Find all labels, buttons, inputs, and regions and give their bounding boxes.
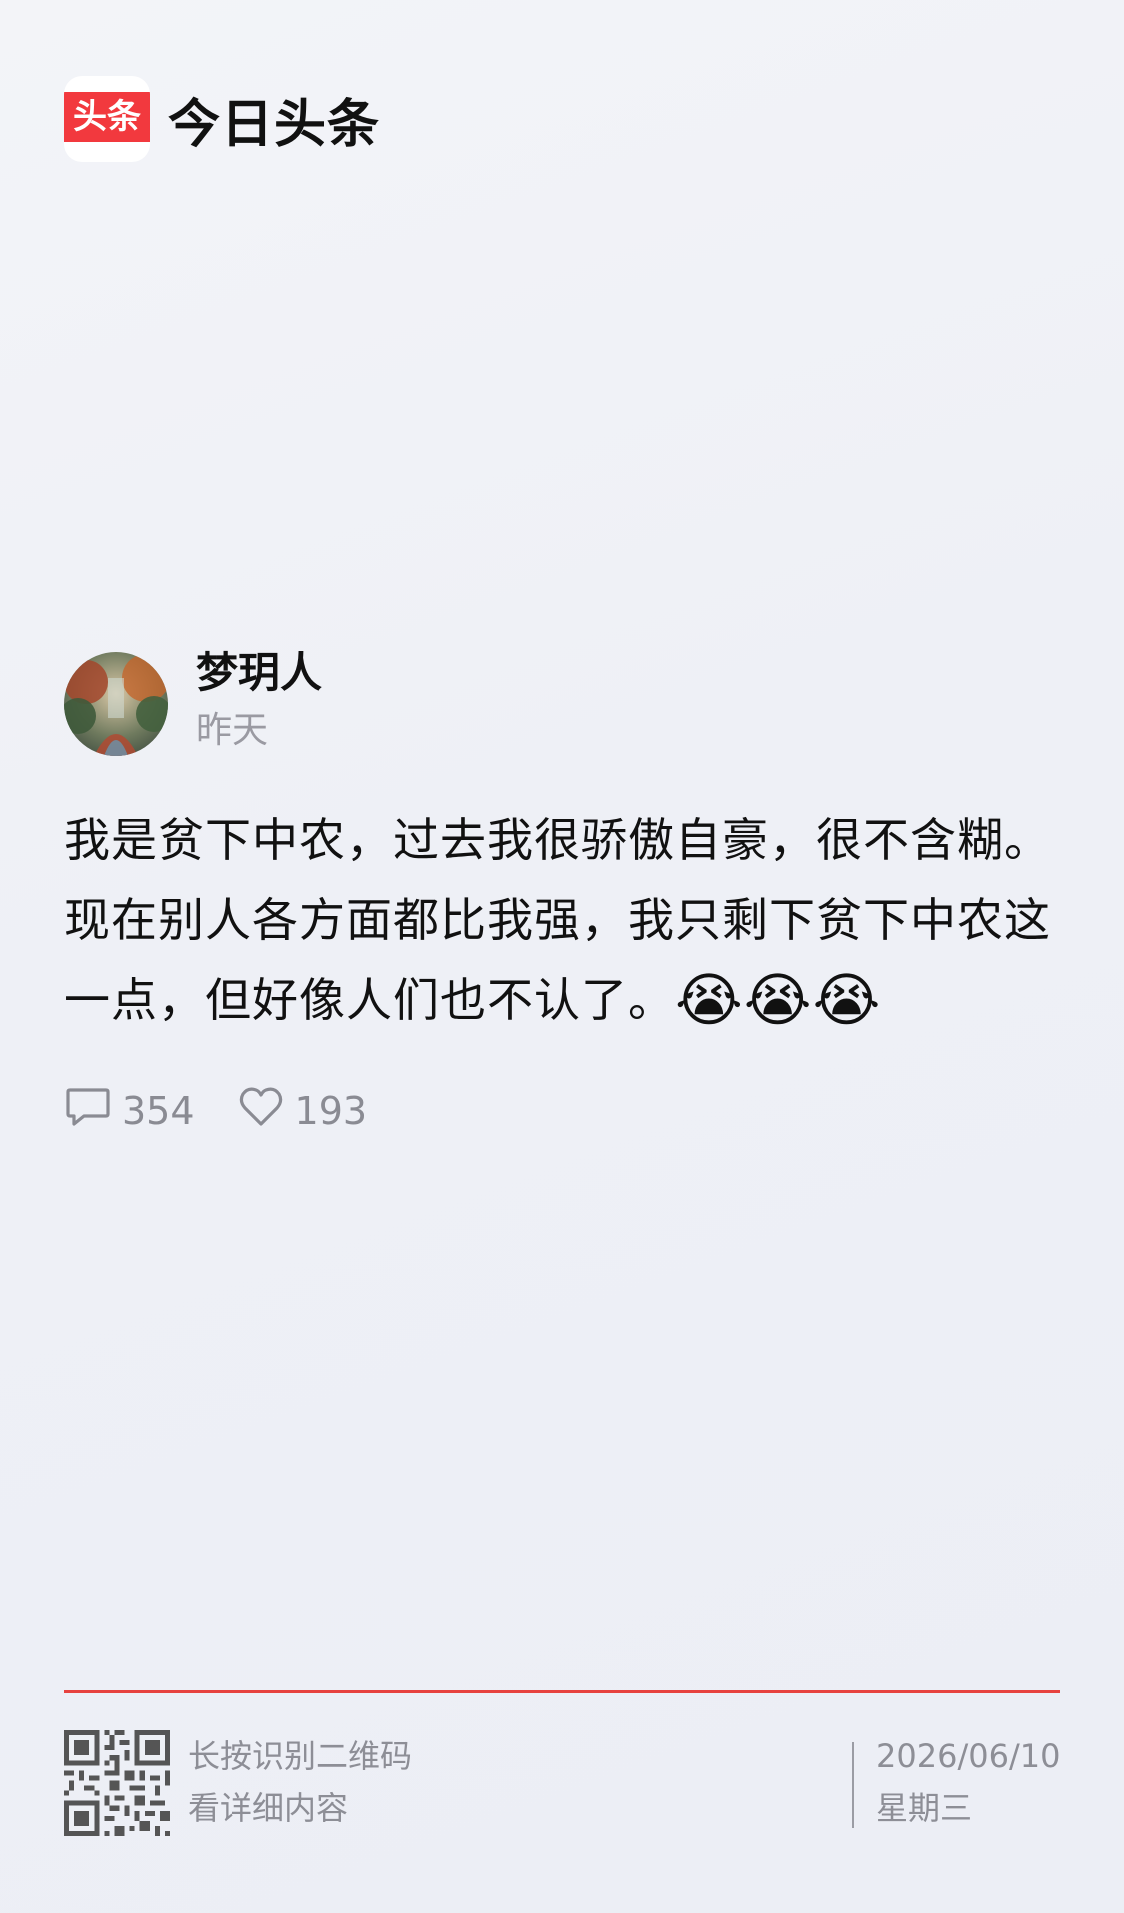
- qr-hint-line2: 看详细内容: [188, 1789, 349, 1827]
- qr-hint: 长按识别二维码 看详细内容: [188, 1730, 412, 1834]
- comment-button[interactable]: 354: [64, 1084, 195, 1137]
- author-meta: 梦玥人 昨天: [196, 646, 322, 756]
- crying-emoji: 😭: [675, 966, 744, 1034]
- post-card: 梦玥人 昨天 我是贫下中农，过去我很骄傲自豪，很不含糊。现在别人各方面都比我强，…: [64, 648, 1060, 1137]
- footer: 长按识别二维码 看详细内容 2026/06/10 星期三: [64, 1730, 1060, 1836]
- crying-emoji: 😭: [812, 966, 882, 1034]
- post-stats: 354 193: [64, 1084, 1060, 1137]
- weekday: 星期三: [876, 1789, 973, 1827]
- app-header: 头条 今日头条: [64, 76, 380, 162]
- date-block: 2026/06/10 星期三: [876, 1730, 1060, 1834]
- heart-icon: [237, 1084, 285, 1137]
- author-name[interactable]: 梦玥人: [196, 646, 322, 700]
- post-text: 我是贫下中农，过去我很骄傲自豪，很不含糊。现在别人各方面都比我强，我只剩下贫下中…: [64, 813, 1051, 1027]
- footer-separator: [852, 1742, 854, 1828]
- comment-icon: [64, 1084, 112, 1137]
- app-name: 今日头条: [168, 94, 381, 155]
- avatar[interactable]: [64, 652, 168, 756]
- like-button[interactable]: 193: [237, 1084, 368, 1137]
- author-row: 梦玥人 昨天: [64, 648, 1060, 756]
- like-count: 193: [294, 1088, 368, 1133]
- post-time: 昨天: [196, 710, 269, 751]
- comment-count: 354: [122, 1088, 195, 1133]
- qr-code[interactable]: [64, 1730, 170, 1836]
- date: 2026/06/10: [876, 1737, 1061, 1775]
- toutiao-logo: 头条: [64, 76, 150, 162]
- qr-hint-line1: 长按识别二维码: [188, 1737, 413, 1775]
- footer-divider: [64, 1690, 1060, 1693]
- post-body: 我是贫下中农，过去我很骄傲自豪，很不含糊。现在别人各方面都比我强，我只剩下贫下中…: [64, 800, 1060, 1040]
- logo-text: 头条: [64, 92, 150, 142]
- crying-emoji: 😭: [743, 966, 813, 1034]
